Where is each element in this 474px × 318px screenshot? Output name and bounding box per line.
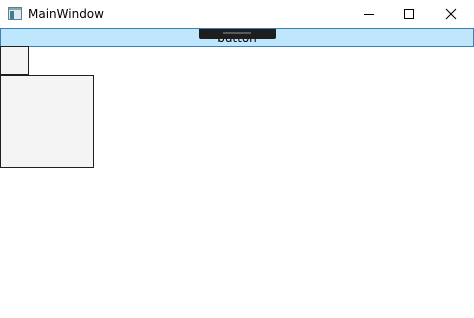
small-box — [0, 46, 29, 75]
maximize-button[interactable] — [390, 0, 428, 28]
window-title: MainWindow — [28, 7, 104, 21]
title-bar[interactable]: MainWindow — [0, 0, 474, 28]
maximize-icon — [404, 9, 414, 19]
app-window-icon — [8, 7, 22, 20]
minimize-button[interactable] — [350, 0, 388, 28]
close-icon — [445, 8, 457, 20]
debug-toolbar[interactable] — [199, 29, 276, 39]
close-button[interactable] — [432, 0, 470, 28]
main-window: MainWindow button — [0, 0, 474, 318]
debug-toolbar-grip-icon[interactable] — [223, 32, 251, 34]
client-area: button — [0, 28, 474, 318]
minimize-icon — [364, 14, 374, 15]
large-box — [0, 75, 94, 168]
